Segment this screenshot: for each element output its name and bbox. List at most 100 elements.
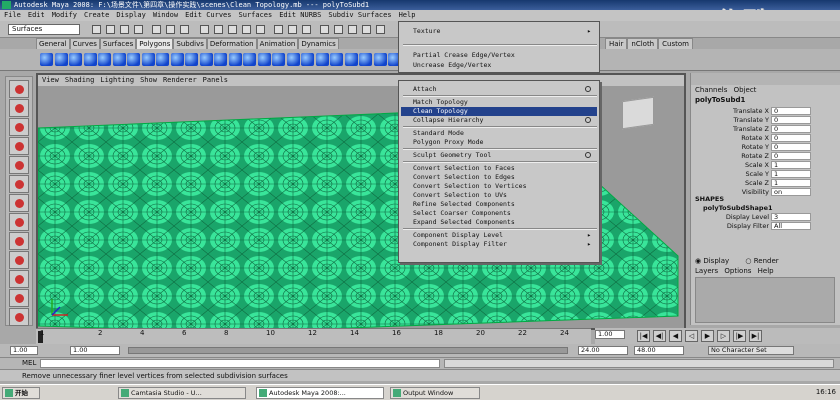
polygon-tool-icon[interactable] [98, 53, 111, 66]
mel-input[interactable] [40, 359, 440, 368]
shape-channel-row[interactable]: Display Filter All [691, 222, 840, 231]
status-tool-icon[interactable] [134, 25, 143, 34]
menu-item-convert-selection-to-vertices[interactable]: Convert Selection to Vertices [413, 182, 597, 191]
menu-item-uncrease-edge-vertex[interactable]: Uncrease Edge/Vertex [413, 61, 597, 70]
channel-row[interactable]: Rotate Y0 [691, 143, 840, 152]
polygon-tool-icon[interactable] [170, 53, 184, 66]
play-backward-button[interactable]: ◁ [685, 330, 698, 342]
mode-selector[interactable]: Surfaces [8, 24, 80, 35]
menu-file[interactable]: File [4, 11, 21, 19]
viewport-menu-lighting[interactable]: Lighting [100, 76, 134, 84]
menu-create[interactable]: Create [84, 11, 109, 19]
polygon-tool-icon[interactable] [228, 53, 242, 66]
range-bar[interactable] [128, 347, 568, 354]
shelf-tab-dynamics[interactable]: Dynamics [298, 38, 339, 49]
shelf-tab-surfaces[interactable]: Surfaces [99, 38, 137, 49]
go-to-start-button[interactable]: |◀ [637, 330, 650, 342]
polygon-tool-icon[interactable] [243, 53, 256, 66]
channel-value[interactable]: 1 [771, 179, 811, 187]
channel-row[interactable]: Scale Z1 [691, 179, 840, 188]
polygon-tool-icon[interactable] [301, 53, 314, 66]
start-button[interactable]: 开始 [2, 387, 40, 399]
play-forward-button[interactable]: ▶ [701, 330, 714, 342]
channel-value[interactable]: 3 [771, 213, 811, 221]
shelf-tab-polygons[interactable]: Polygons [136, 38, 174, 49]
go-to-end-button[interactable]: ▶| [749, 330, 762, 342]
status-tool-icon[interactable] [166, 25, 175, 34]
viewport-menu-view[interactable]: View [42, 76, 59, 84]
menu-item-attach[interactable]: Attach [413, 85, 597, 94]
polygon-tool-icon[interactable] [330, 53, 343, 66]
polygon-tool-icon[interactable] [185, 53, 198, 66]
channel-row[interactable]: Scale X1 [691, 161, 840, 170]
option-box-icon[interactable] [585, 86, 591, 92]
task-camtasia[interactable]: Camtasia Studio - U... [118, 387, 246, 399]
character-set-selector[interactable]: No Character Set [708, 346, 794, 355]
polygon-tool-icon[interactable] [214, 53, 227, 66]
menu-edit[interactable]: Edit [28, 11, 45, 19]
shelf-tab-general[interactable]: General [36, 38, 70, 49]
polygon-tool-icon[interactable] [315, 53, 329, 66]
status-tool-icon[interactable] [180, 25, 189, 34]
menu-edit-nurbs[interactable]: Edit NURBS [279, 11, 321, 19]
menu-display[interactable]: Display [116, 11, 146, 19]
status-tool-icon[interactable] [242, 25, 251, 34]
option-box-icon[interactable] [585, 152, 591, 158]
channel-row[interactable]: Translate Y0 [691, 116, 840, 125]
shelf-tab-ncloth[interactable]: nCloth [627, 38, 659, 49]
menu-item-texture[interactable]: Texture ▸ [413, 27, 597, 36]
shelf-tab-subdivs[interactable]: Subdivs [173, 38, 207, 49]
polygon-tool-icon[interactable] [199, 53, 213, 66]
viewport-menu-renderer[interactable]: Renderer [163, 76, 197, 84]
menu-item-collapse-hierarchy[interactable]: Collapse Hierarchy [413, 116, 597, 125]
status-tool-icon[interactable] [334, 25, 343, 34]
menu-window[interactable]: Window [153, 11, 178, 19]
view-cube[interactable] [622, 96, 654, 130]
menu-item-polygon-proxy-mode[interactable]: Polygon Proxy Mode [413, 138, 597, 147]
menu-item-select-coarser-components[interactable]: Select Coarser Components [413, 209, 597, 218]
radio-display[interactable]: ◉ Display [695, 257, 729, 265]
menu-subdiv-surfaces[interactable]: Subdiv Surfaces [328, 11, 391, 19]
polygon-tool-icon[interactable] [69, 53, 82, 66]
status-tool-icon[interactable] [274, 25, 283, 34]
polygon-tool-icon[interactable] [359, 53, 372, 66]
layer-menu-options[interactable]: Options [724, 267, 751, 275]
channel-row[interactable]: Rotate Z0 [691, 152, 840, 161]
viewport-menu-show[interactable]: Show [140, 76, 157, 84]
step-forward-key-button[interactable]: |▶ [733, 330, 746, 342]
step-back-button[interactable]: ◀ [669, 330, 682, 342]
menu-item-component-display-filter[interactable]: Component Display Filter ▸ [413, 240, 597, 249]
polygon-tool-icon[interactable] [272, 53, 285, 66]
status-tool-icon[interactable] [302, 25, 311, 34]
time-slider[interactable]: 1 2 4 6 8 10 12 14 16 18 20 22 24 [36, 328, 591, 344]
toolbox-tool-icon[interactable] [9, 118, 29, 136]
menu-item-match-topology[interactable]: Match Topology [413, 98, 597, 107]
polygon-tool-icon[interactable] [373, 53, 387, 66]
channel-value[interactable]: 0 [771, 134, 811, 142]
menu-modify[interactable]: Modify [52, 11, 77, 19]
shelf-tab-hair[interactable]: Hair [605, 38, 628, 49]
status-tool-icon[interactable] [256, 25, 265, 34]
menu-item-expand-selected-components[interactable]: Expand Selected Components [413, 218, 597, 227]
polygon-tool-icon[interactable] [344, 53, 358, 66]
shape-channel-row[interactable]: Display Level 3 [691, 213, 840, 222]
start-time-field[interactable]: 1.00 [10, 346, 38, 355]
channel-value[interactable]: 1 [771, 161, 811, 169]
shelf-tab-deformation[interactable]: Deformation [206, 38, 257, 49]
status-tool-icon[interactable] [92, 25, 101, 34]
tab-object[interactable]: Object [734, 86, 757, 94]
channel-row[interactable]: Rotate X0 [691, 134, 840, 143]
channel-value[interactable]: All [771, 222, 811, 230]
end-time-field[interactable]: 48.00 [634, 346, 684, 355]
viewport-menu-shading[interactable]: Shading [65, 76, 95, 84]
menu-item-standard-mode[interactable]: Standard Mode [413, 129, 597, 138]
status-tool-icon[interactable] [214, 25, 223, 34]
channel-value[interactable]: 0 [771, 116, 811, 124]
toolbox-tool-icon[interactable] [9, 289, 29, 307]
menu-item-partial-crease-edge-vertex[interactable]: Partial Crease Edge/Vertex [413, 51, 597, 60]
menu-item-sculpt-geometry-tool[interactable]: Sculpt Geometry Tool [413, 151, 597, 160]
menu-item-convert-selection-to-faces[interactable]: Convert Selection to Faces [413, 164, 597, 173]
toolbox-tool-icon[interactable] [9, 99, 29, 117]
polygon-tool-icon[interactable] [141, 53, 155, 66]
channel-row[interactable]: Translate X0 [691, 107, 840, 116]
